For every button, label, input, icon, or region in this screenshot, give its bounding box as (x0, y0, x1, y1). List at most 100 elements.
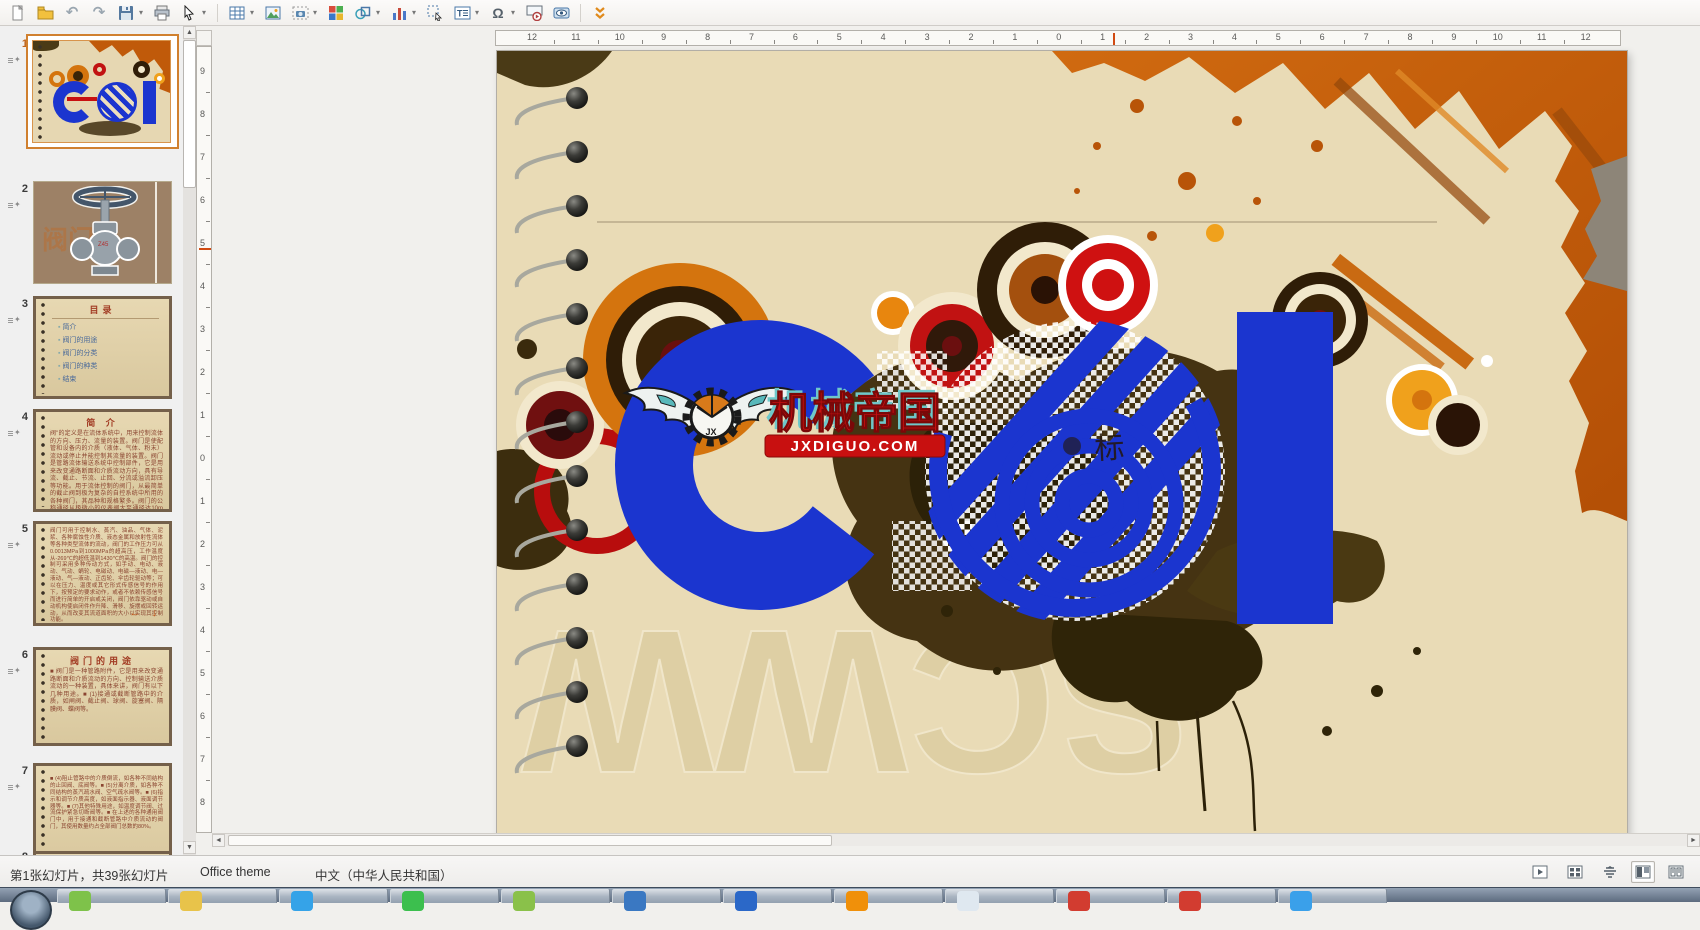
insert-chart-button[interactable] (387, 2, 411, 24)
mini-watermark (67, 97, 97, 101)
v-ruler-number: 8 (200, 109, 205, 119)
thumbnail-slide-1[interactable] (26, 34, 179, 149)
save-dropdown[interactable]: ▾ (139, 8, 147, 17)
svg-text:T: T (457, 8, 463, 18)
cursor-position-marker (1113, 33, 1115, 45)
taskbar-button-red-app-1[interactable] (1056, 889, 1165, 903)
undo-button[interactable]: ↶ (60, 2, 84, 24)
insert-shapes-button[interactable] (351, 2, 375, 24)
v-ruler-number: 5 (200, 668, 205, 678)
reading-view-button[interactable] (1664, 861, 1688, 883)
play-from-current-button[interactable] (1528, 861, 1552, 883)
animation-indicator-icon: ✦ (8, 667, 21, 675)
slide-body-text: 阀"的定义是在流体系统中，用来控制流体的方向、压力、流量的装置。阀门是使配管和设… (36, 429, 169, 512)
insert-textbox-button[interactable]: T (450, 2, 474, 24)
slide-thumbnail-panel: 1 ✦ 2 ✦ 阀门 (0, 26, 196, 855)
taskbar-button-green-app[interactable] (501, 889, 610, 903)
insert-chart-dropdown[interactable]: ▾ (412, 8, 420, 17)
save-button[interactable] (114, 2, 138, 24)
scroll-down-arrow[interactable]: ▼ (183, 841, 196, 854)
taskbar-button-orange-app[interactable] (834, 889, 943, 903)
taskbar-button-blue-doc-app[interactable] (723, 889, 832, 903)
slide-editor-workspace[interactable]: SCWW (212, 46, 1700, 833)
select-cursor-button[interactable] (177, 2, 201, 24)
slide-canvas[interactable]: SCWW (497, 51, 1627, 833)
h-ruler-number: 4 (1232, 32, 1237, 42)
dual-color-app-icon (624, 891, 646, 911)
taskbar-button-wechat-app[interactable] (390, 889, 499, 903)
h-ruler-number: 10 (615, 32, 625, 42)
taskbar-button-folder-app[interactable] (168, 889, 277, 903)
orange-app-icon (846, 891, 868, 911)
more-tools-button[interactable] (588, 2, 612, 24)
open-file-button[interactable] (33, 2, 57, 24)
insert-textbox-dropdown[interactable]: ▾ (475, 8, 483, 17)
insert-media-collage-button[interactable] (324, 2, 348, 24)
spiral-bead (566, 519, 588, 541)
spiral-binding-dots (39, 768, 47, 855)
outline-view-button[interactable] (1598, 861, 1622, 883)
divider-line (155, 182, 157, 284)
taskbar-button-sogou-app[interactable] (57, 889, 166, 903)
folder-app-icon (180, 891, 202, 911)
slide-position-status: 第1张幻灯片，共39张幻灯片 (10, 865, 168, 884)
start-button[interactable] (10, 890, 52, 930)
thumbnail-slide-7[interactable]: ■ (4)阻止管路中的介质倒流，如各种不同结构的止回阀、底阀等。■ (5)分离介… (33, 763, 172, 855)
target-circle (93, 63, 106, 76)
green-app-icon (513, 891, 535, 911)
sogou-app-icon (69, 891, 91, 911)
red-app-1-icon (1068, 891, 1090, 911)
slide-sorter-view-button[interactable] (1563, 861, 1587, 883)
screenshot-dropdown[interactable]: ▾ (313, 8, 321, 17)
slide-artwork: SCWW (497, 51, 1627, 833)
normal-view-button[interactable] (1631, 861, 1655, 883)
logo-letter-i (143, 81, 156, 124)
insert-table-button[interactable] (225, 2, 249, 24)
thumbnail-slide-5[interactable]: 阀门可用于控制水、蒸汽、油品、气体、泥浆、各种腐蚀性介质、液态金属和放射性流体等… (33, 521, 172, 626)
taskbar-button-tim-app[interactable] (279, 889, 388, 903)
thumbnail-slide-6[interactable]: 阀门的用途 ■ 阀门是一种管路附件，它是用来改变通路断面和介质流动的方向、控制输… (33, 647, 172, 746)
slide-1-art (32, 40, 171, 143)
select-objects-button[interactable] (423, 2, 447, 24)
scroll-up-arrow[interactable]: ▲ (183, 26, 196, 39)
insert-symbol-dropdown[interactable]: ▾ (511, 8, 519, 17)
screenshot-capture-button[interactable] (288, 2, 312, 24)
omega-icon: Ω (492, 5, 503, 21)
logo-letter-c (53, 81, 95, 123)
spiral-bead (566, 681, 588, 703)
thumbnail-slide-4[interactable]: 简 介 阀"的定义是在流体系统中，用来控制流体的方向、压力、流量的装置。阀门是使… (33, 409, 172, 512)
insert-shapes-dropdown[interactable]: ▾ (376, 8, 384, 17)
panel-scrollbar[interactable]: ▲ ▼ (183, 26, 196, 855)
spiral-binding-dots (39, 652, 47, 741)
animation-indicator-icon: ✦ (8, 541, 21, 549)
new-document-button[interactable] (6, 2, 30, 24)
print-button[interactable] (150, 2, 174, 24)
language-status[interactable]: 中文（中华人民共和国） (315, 865, 453, 884)
redo-button[interactable]: ↷ (87, 2, 111, 24)
scroll-left-arrow[interactable]: ◄ (212, 834, 225, 847)
taskbar-button-dual-color-app[interactable] (612, 889, 721, 903)
taskbar-button-window-app[interactable] (945, 889, 1054, 903)
insert-symbol-button[interactable]: Ω (486, 2, 510, 24)
thumbnail-slide-2[interactable]: 阀门 Z45 (33, 181, 172, 284)
taskbar-button-red-app-2[interactable] (1167, 889, 1276, 903)
taskbar-button-blue-app[interactable] (1278, 889, 1387, 903)
horizontal-scrollbar[interactable]: ◄ ► (212, 833, 1700, 846)
scroll-right-arrow[interactable]: ► (1687, 834, 1700, 847)
spiral-bead (566, 735, 588, 757)
reading-view-button[interactable] (549, 2, 573, 24)
v-ruler-number: 4 (200, 625, 205, 635)
gate-valve-photo: Z45 (70, 186, 140, 282)
slideshow-from-current-button[interactable] (522, 2, 546, 24)
insert-picture-button[interactable] (261, 2, 285, 24)
slide-number: 6 (10, 649, 28, 661)
scrollbar-thumb[interactable] (228, 835, 832, 846)
thumbnail-slide-3[interactable]: 目录 简介 阀门的用途 阀门的分类 阀门的种类 结束 (33, 296, 172, 399)
double-chevron-icon (593, 6, 607, 20)
panel-scrollbar-thumb[interactable] (183, 40, 196, 188)
spiral-binding-dots (36, 43, 44, 140)
theme-status[interactable]: Office theme (200, 865, 271, 879)
select-cursor-dropdown[interactable]: ▾ (202, 8, 210, 17)
insert-table-dropdown[interactable]: ▾ (250, 8, 258, 17)
v-ruler-number: 4 (200, 281, 205, 291)
